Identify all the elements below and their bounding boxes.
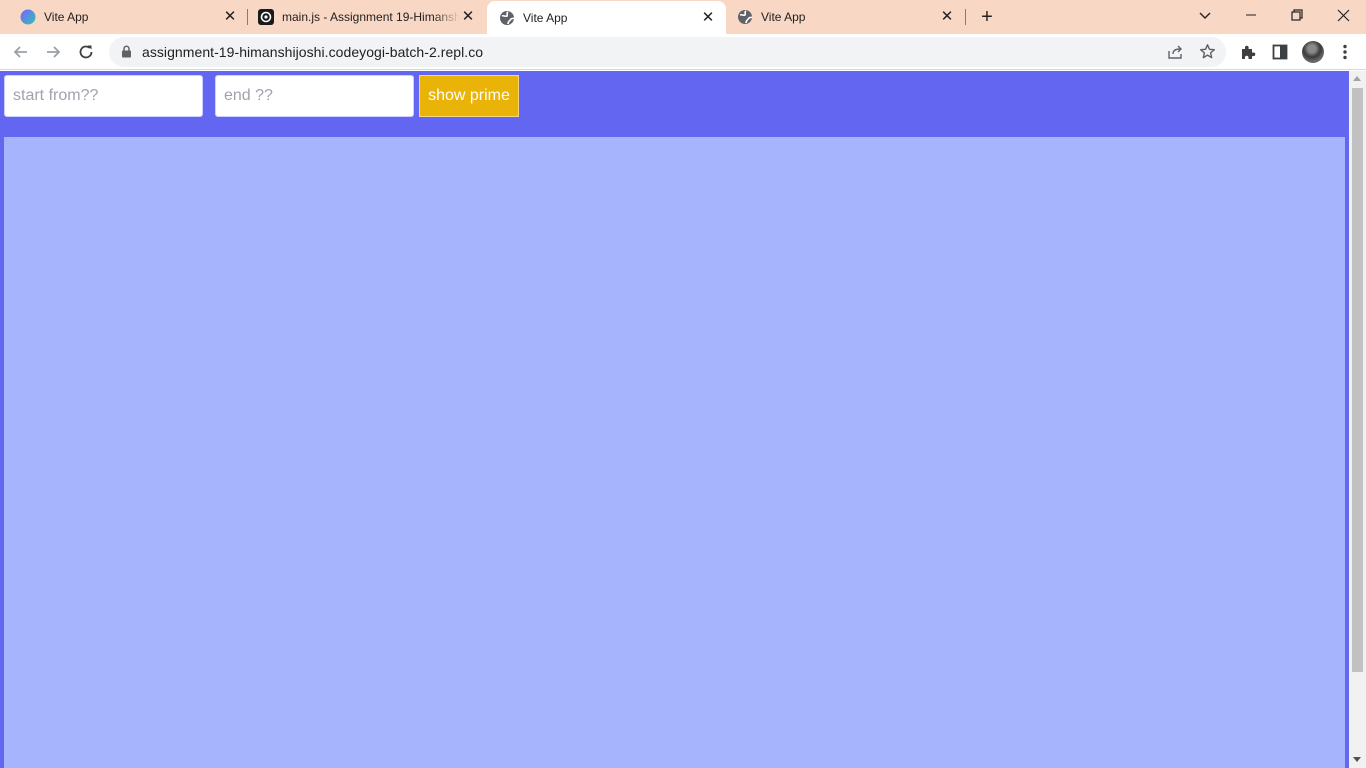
lock-icon[interactable] [121, 45, 132, 61]
restore-icon [1291, 9, 1303, 21]
end-input[interactable] [215, 75, 414, 117]
forward-button[interactable] [41, 40, 65, 64]
scroll-down-arrow-icon[interactable] [1353, 757, 1361, 762]
profile-avatar[interactable] [1302, 41, 1324, 63]
close-window-button[interactable] [1320, 0, 1366, 30]
scroll-up-arrow-icon[interactable] [1353, 76, 1361, 81]
show-prime-button[interactable]: show prime [419, 75, 519, 117]
tab-main-js[interactable]: main.js - Assignment 19-Himanshi ✕ [248, 0, 486, 34]
tab-strip: Vite App ✕ main.js - Assignment 19-Himan… [0, 0, 1366, 34]
address-bar[interactable]: assignment-19-himanshijoshi.codeyogi-bat… [109, 37, 1226, 67]
tab-title: Vite App [523, 10, 568, 25]
tab-vite-app-4[interactable]: Vite App ✕ [726, 0, 965, 34]
bookmark-star-icon[interactable] [1199, 43, 1216, 63]
globe-icon [737, 9, 753, 25]
new-tab-button[interactable]: + [978, 7, 996, 27]
more-menu-icon[interactable] [1335, 42, 1355, 62]
tab-title: Vite App [44, 10, 89, 24]
tab-divider [965, 9, 966, 25]
page-viewport: show prime [0, 71, 1349, 768]
scrollbar-thumb[interactable] [1352, 88, 1363, 672]
arrow-right-icon [47, 46, 61, 58]
reload-button[interactable] [74, 40, 98, 64]
chevron-down-icon [1199, 12, 1211, 19]
minimize-icon [1246, 14, 1256, 16]
back-button[interactable] [9, 40, 33, 64]
minimize-button[interactable] [1228, 0, 1274, 30]
page-scrollbar[interactable] [1349, 71, 1366, 768]
close-tab-icon[interactable]: ✕ [939, 9, 955, 25]
address-url[interactable]: assignment-19-himanshijoshi.codeyogi-bat… [142, 44, 483, 60]
results-panel [4, 137, 1345, 768]
close-tab-icon[interactable]: ✕ [460, 9, 476, 25]
start-from-input[interactable] [4, 75, 203, 117]
tab-vite-app-active[interactable]: Vite App ✕ [487, 1, 726, 34]
tab-title: Vite App [761, 10, 806, 24]
share-icon[interactable] [1167, 44, 1184, 63]
tab-search-button[interactable] [1182, 0, 1228, 30]
tab-title: main.js - Assignment 19-Himanshi [282, 10, 460, 24]
close-tab-icon[interactable]: ✕ [222, 9, 238, 25]
replit-icon [258, 9, 274, 25]
close-icon [1337, 9, 1349, 21]
vite-globe-icon [20, 9, 36, 25]
browser-toolbar: assignment-19-himanshijoshi.codeyogi-bat… [0, 34, 1366, 70]
restore-button[interactable] [1274, 0, 1320, 30]
reload-icon [79, 45, 93, 59]
arrow-left-icon [13, 46, 27, 58]
tab-vite-app-1[interactable]: Vite App ✕ [0, 0, 248, 34]
globe-icon [499, 10, 515, 26]
extensions-puzzle-icon[interactable] [1238, 42, 1258, 62]
close-tab-icon[interactable]: ✕ [700, 9, 716, 26]
side-panel-icon[interactable] [1270, 42, 1290, 62]
